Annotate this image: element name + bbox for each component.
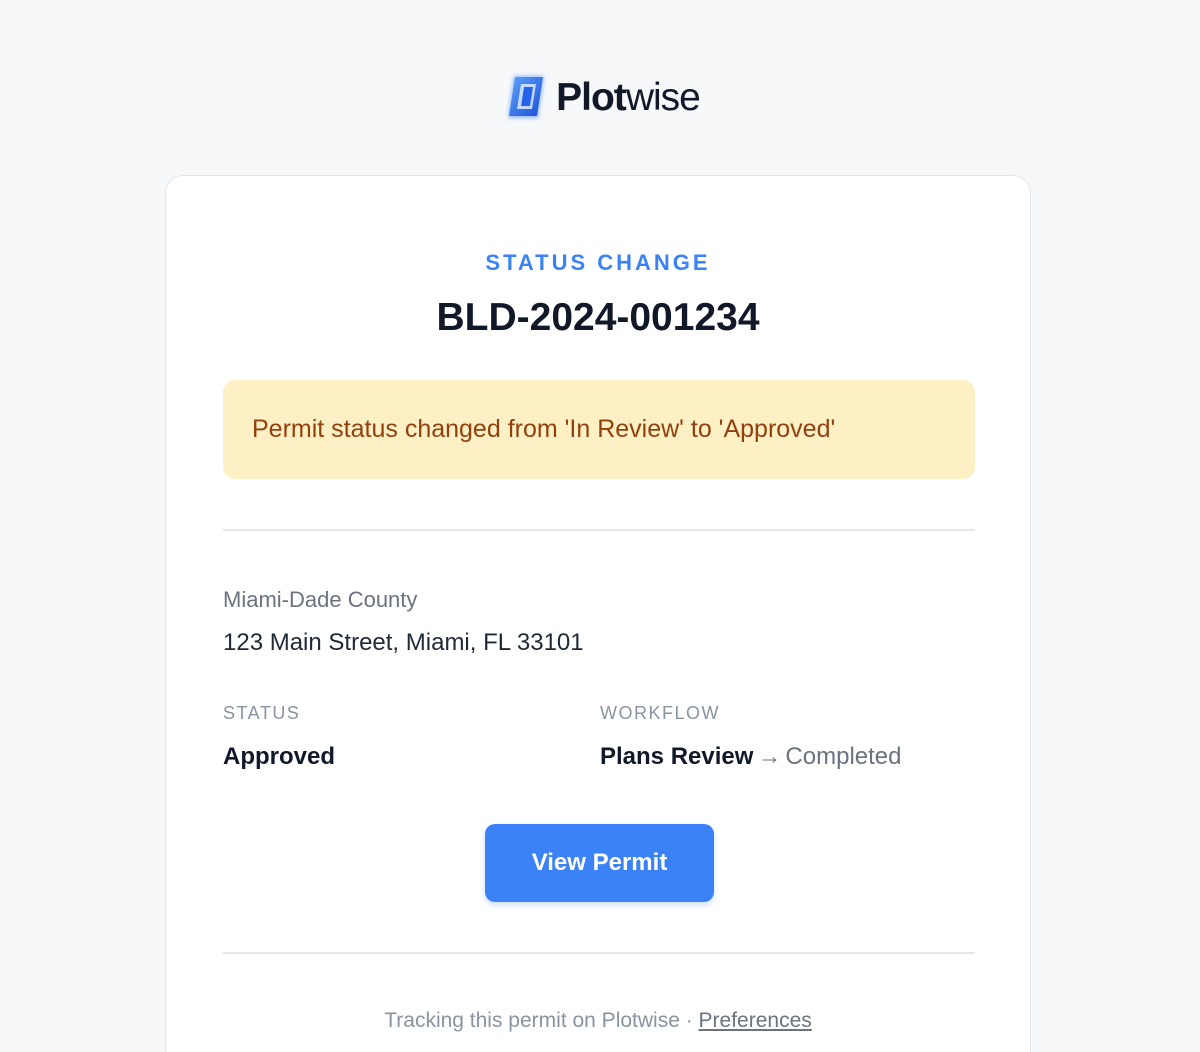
arrow-right-icon: → [757, 743, 782, 770]
divider-bottom [223, 952, 975, 954]
workflow-next-step: Completed [785, 743, 902, 770]
footer: Tracking this permit on Plotwise · Prefe… [166, 1009, 1030, 1033]
email-page: Plotwise STATUS CHANGE BLD-2024-001234 P… [0, 0, 1200, 1052]
brand-wordmark: Plotwise [556, 76, 701, 119]
status-change-alert: Permit status changed from 'In Review' t… [223, 380, 975, 479]
divider-top [223, 529, 975, 531]
plotwise-logo-icon [508, 76, 545, 118]
workflow-value: Plans Review → Completed [600, 743, 901, 771]
status-value: Approved [223, 743, 336, 770]
preferences-link[interactable]: Preferences [699, 1009, 812, 1032]
view-permit-button[interactable]: View Permit [485, 824, 714, 902]
jurisdiction-text: Miami-Dade County [223, 587, 418, 612]
status-label: STATUS [223, 703, 301, 723]
notification-card: STATUS CHANGE BLD-2024-001234 Permit sta… [165, 175, 1031, 1052]
permit-number: BLD-2024-001234 [436, 296, 760, 339]
alert-message: Permit status changed from 'In Review' t… [252, 415, 836, 443]
brand-header: Plotwise [0, 68, 1200, 128]
workflow-label: WORKFLOW [600, 703, 720, 723]
address-text: 123 Main Street, Miami, FL 33101 [223, 629, 584, 656]
workflow-step: Plans Review [600, 743, 754, 770]
footer-text: Tracking this permit on Plotwise · [384, 1009, 699, 1032]
notification-type-label: STATUS CHANGE [485, 250, 711, 275]
